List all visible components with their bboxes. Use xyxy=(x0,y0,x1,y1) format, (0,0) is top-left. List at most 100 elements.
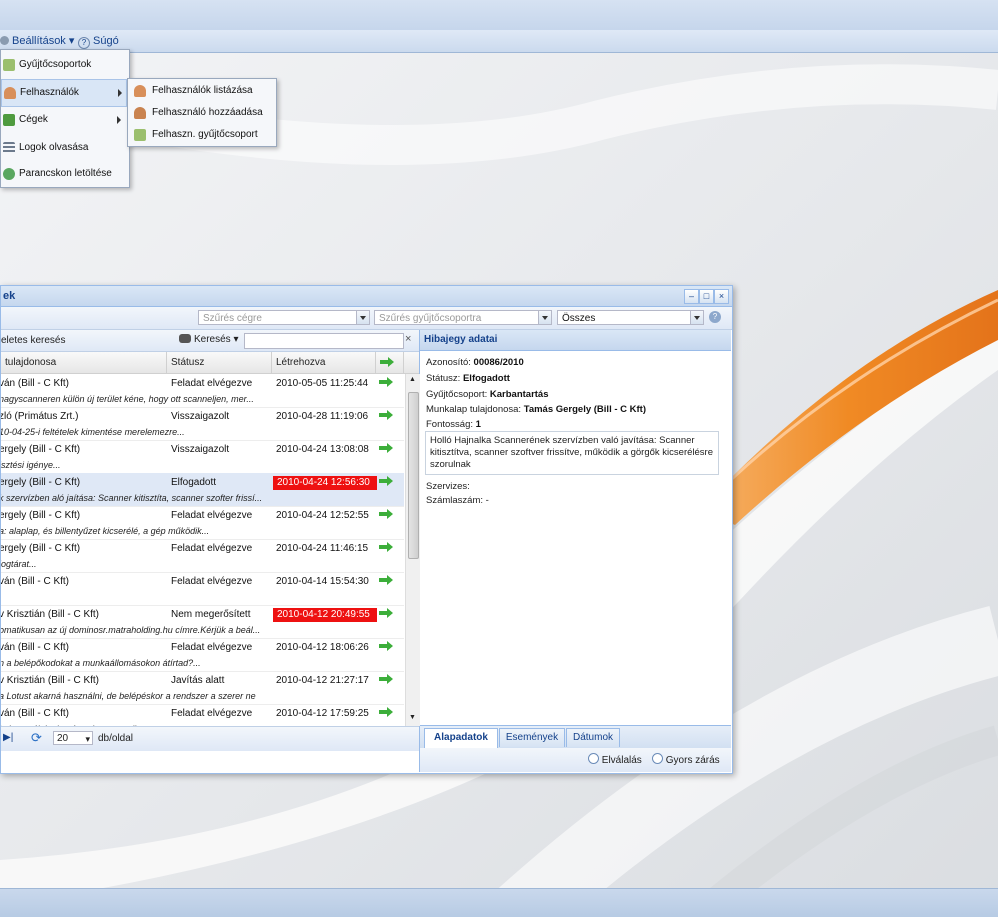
table-row[interactable]: zló (Primátus Zrt.) Visszaigazolt 2010-04-… xyxy=(1,407,404,441)
tickets-window: ek – □ × Szűrés cégre Szűrés gyűjtőcsopo… xyxy=(0,285,733,774)
menu-item-read-logs[interactable]: Logok olvasása xyxy=(1,135,127,161)
green-arrow-icon[interactable] xyxy=(379,476,393,486)
clear-search-icon[interactable]: × xyxy=(405,333,411,345)
cell-status: Visszaigazolt xyxy=(171,411,230,422)
status-filter-combo[interactable]: Összes xyxy=(557,310,704,325)
help-menu-button[interactable]: ? Súgó xyxy=(78,34,119,49)
submenu-item-list-users[interactable]: Felhasználók listázása xyxy=(128,80,276,102)
tab-dates[interactable]: Dátumok xyxy=(566,728,620,747)
table-row[interactable]: ván (Bill - C Kft) Feladat elvégezve 2010-… xyxy=(1,704,404,726)
column-owner[interactable]: tulajdonosa xyxy=(1,352,167,373)
table-row[interactable]: ván (Bill - C Kft) Feladat elvégezve 2010-… xyxy=(1,374,404,408)
column-action[interactable] xyxy=(376,352,404,373)
column-status[interactable]: Státusz xyxy=(167,352,272,373)
cell-status: Feladat elvégezve xyxy=(171,378,253,389)
group-filter-combo[interactable]: Szűrés gyűjtőcsoportra xyxy=(374,310,552,325)
chevron-down-icon[interactable] xyxy=(690,311,703,324)
group-icon xyxy=(3,59,15,71)
column-created[interactable]: Létrehozva xyxy=(272,352,376,373)
green-arrow-icon[interactable] xyxy=(379,575,393,585)
green-arrow-icon[interactable] xyxy=(379,410,393,420)
detail-tabs: Alapadatok Események Dátumok xyxy=(420,725,731,749)
tab-events[interactable]: Események xyxy=(499,728,565,747)
search-input[interactable] xyxy=(244,333,404,349)
settings-menu-button[interactable]: Beállítások ▾ xyxy=(0,34,74,49)
submenu-item-add-user[interactable]: Felhasználó hozzáadása xyxy=(128,102,276,124)
table-row[interactable]: ergely (Bill - C Kft) Visszaigazolt 2010-0… xyxy=(1,440,404,474)
table-row[interactable]: ergely (Bill - C Kft) Feladat elvégezve 20… xyxy=(1,506,404,540)
last-page-icon[interactable]: ▶| xyxy=(3,732,13,743)
cell-created: 2010-04-12 17:59:25 xyxy=(276,708,369,719)
green-arrow-icon[interactable] xyxy=(379,377,393,387)
menu-item-collection-groups[interactable]: Gyűjtőcsoportok xyxy=(1,52,127,78)
page-size-combo[interactable]: 20 ▾ xyxy=(53,731,93,745)
menu-item-companies[interactable]: Cégek xyxy=(1,107,127,133)
company-filter-combo[interactable]: Szűrés cégre xyxy=(198,310,370,325)
tab-basic-data[interactable]: Alapadatok xyxy=(424,728,498,749)
green-arrow-icon[interactable] xyxy=(379,608,393,618)
chevron-down-icon[interactable] xyxy=(356,311,369,324)
cell-created: 2010-04-24 12:52:55 xyxy=(276,510,369,521)
users-submenu: Felhasználók listázása Felhasználó hozzá… xyxy=(127,78,277,147)
paging-toolbar: ▶| ⟳ 20 ▾ db/oldal xyxy=(1,726,419,751)
scroll-up-icon[interactable]: ▲ xyxy=(409,376,416,383)
green-arrow-icon[interactable] xyxy=(379,542,393,552)
detail-priority: Fontosság: 1 xyxy=(426,419,481,430)
cell-owner: ván (Bill - C Kft) xyxy=(1,576,70,587)
cell-description: nagyscanneren külön új terület kéne, hog… xyxy=(1,394,254,404)
minimize-button[interactable]: – xyxy=(684,289,699,304)
detach-button[interactable]: Elválalás xyxy=(588,752,642,766)
detail-group: Gyűjtőcsoport: Karbantartás xyxy=(426,389,549,400)
cell-description: isztési igénye... xyxy=(1,460,61,470)
table-row[interactable]: ván (Bill - C Kft) Feladat elvégezve 2010-… xyxy=(1,572,404,606)
green-arrow-icon[interactable] xyxy=(379,707,393,717)
green-arrow-icon[interactable] xyxy=(379,509,393,519)
scrollbar-thumb[interactable] xyxy=(408,392,419,559)
cell-created: 2010-04-24 13:08:08 xyxy=(276,444,369,455)
green-arrow-icon[interactable] xyxy=(379,443,393,453)
cell-status: Feladat elvégezve xyxy=(171,708,253,719)
menu-item-download-commands[interactable]: Parancskon letöltése xyxy=(1,161,127,187)
cell-owner: zló (Primátus Zrt.) xyxy=(1,411,79,422)
table-row[interactable]: ergely (Bill - C Kft) Feladat elvégezve 20… xyxy=(1,539,404,573)
submenu-item-user-group[interactable]: Felhaszn. gyűjtőcsoport xyxy=(128,124,276,146)
help-icon[interactable]: ? xyxy=(709,311,721,323)
taskbar xyxy=(0,888,998,917)
green-arrow-icon[interactable] xyxy=(379,674,393,684)
cell-owner: v Krisztián (Bill - C Kft) xyxy=(1,609,100,620)
cell-status: Feladat elvégezve xyxy=(171,510,253,521)
cell-created: 2010-04-28 11:19:06 xyxy=(276,411,369,422)
grid-scrollbar[interactable]: ▲ ▼ xyxy=(405,374,420,726)
cell-created: 2010-04-24 11:46:15 xyxy=(276,543,369,554)
cell-created: 2010-04-12 20:49:55 xyxy=(273,608,377,622)
cell-description: n a belépőkodokat a munkaállomásokon átí… xyxy=(1,658,201,668)
quick-close-button[interactable]: Gyors zárás xyxy=(652,752,720,766)
user-icon xyxy=(4,87,16,99)
per-page-label: db/oldal xyxy=(98,733,134,744)
table-row[interactable]: v Krisztián (Bill - C Kft) Javítás alatt 2… xyxy=(1,671,404,705)
close-button[interactable]: × xyxy=(714,289,729,304)
cell-description: 10-04-25-i feltételek kimentése mereleme… xyxy=(1,427,185,437)
table-row[interactable]: ergely (Bill - C Kft) Elfogadott 2010-04-2… xyxy=(1,473,404,507)
table-row[interactable]: v Krisztián (Bill - C Kft) Nem megerősíte… xyxy=(1,605,404,639)
close-circle-icon xyxy=(652,753,663,764)
menu-item-users[interactable]: Felhasználók xyxy=(1,79,127,107)
settings-dropdown-menu: Gyűjtőcsoportok Felhasználók Cégek Logok… xyxy=(0,49,130,188)
scroll-down-icon[interactable]: ▼ xyxy=(409,714,416,721)
chevron-down-icon[interactable] xyxy=(538,311,551,324)
table-row[interactable]: ván (Bill - C Kft) Feladat elvégezve 2010-… xyxy=(1,638,404,672)
maximize-button[interactable]: □ xyxy=(699,289,714,304)
advanced-search-button[interactable]: eletes keresés xyxy=(1,335,65,346)
chevron-down-icon[interactable]: ▾ xyxy=(85,732,90,746)
window-title: ek xyxy=(3,290,16,302)
cell-owner: v Krisztián (Bill - C Kft) xyxy=(1,675,100,686)
cell-created: 2010-05-05 11:25:44 xyxy=(276,378,369,389)
search-menu-button[interactable]: Keresés ▾ xyxy=(179,334,239,345)
cell-owner: ergely (Bill - C Kft) xyxy=(1,444,81,455)
window-titlebar[interactable]: ek – □ × xyxy=(1,286,732,307)
binoculars-icon xyxy=(179,334,191,343)
grid-header: tulajdonosa Státusz Létrehozva xyxy=(1,352,419,374)
green-arrow-icon[interactable] xyxy=(379,641,393,651)
refresh-icon[interactable]: ⟳ xyxy=(31,730,42,746)
cell-description: omatikusan az új dominosr.matraholding.h… xyxy=(1,625,261,635)
